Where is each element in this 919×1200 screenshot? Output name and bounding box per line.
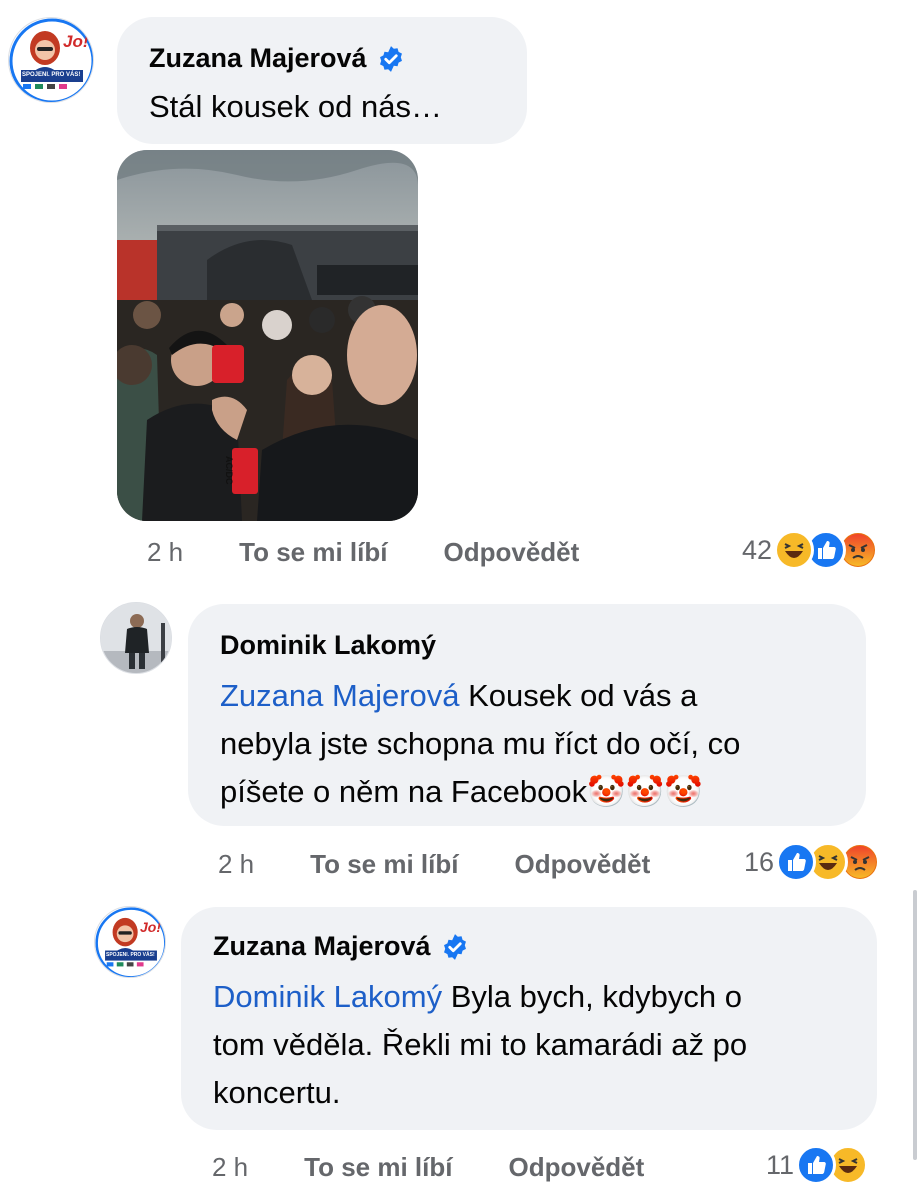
reaction-summary[interactable]: 42 (742, 530, 879, 570)
like-reaction-icon (776, 842, 817, 882)
reply-button[interactable]: Odpovědět (443, 537, 579, 568)
reply-actions: 2 h To se mi líbí Odpovědět (218, 849, 650, 880)
reply-time[interactable]: 2 h (212, 1152, 248, 1183)
comment-actions: 2 h To se mi líbí Odpovědět (147, 537, 579, 568)
reply-bubble: Zuzana Majerová Dominik Lakomý Byla bych… (181, 907, 877, 1130)
reply-text-line: Kousek od vás a (459, 678, 698, 713)
reply-text-line: nebyla jste schopna mu říct do očí, co (220, 726, 741, 761)
photo-cup-text: AC/DC (224, 456, 234, 485)
avatar-logo-text: Jo! (63, 32, 89, 51)
reply-actions: 2 h To se mi líbí Odpovědět (212, 1152, 644, 1183)
like-button[interactable]: To se mi líbí (239, 537, 387, 568)
comment-photo[interactable]: AC/DC (117, 150, 418, 521)
reaction-count: 11 (766, 1149, 795, 1180)
mention-link[interactable]: Zuzana Majerová (220, 678, 460, 713)
avatar-slogan-text: SPOJENI. PRO VÁS! (106, 952, 155, 958)
reply-text-line: koncertu. (213, 1075, 341, 1110)
comment-text: Stál kousek od nás… (149, 89, 442, 124)
reply-author[interactable]: Dominik Lakomý (220, 630, 436, 661)
reply-button[interactable]: Odpovědět (508, 1152, 644, 1183)
reply-time[interactable]: 2 h (218, 849, 254, 880)
comment-author[interactable]: Zuzana Majerová (149, 43, 367, 74)
reaction-count: 42 (742, 534, 773, 565)
verified-badge-icon (379, 45, 402, 72)
verified-badge-icon (443, 933, 466, 960)
reaction-summary[interactable]: 11 (766, 1145, 869, 1185)
avatar-zuzana[interactable]: Jo! SPOJENI. PRO VÁS! (8, 17, 94, 103)
reply-button[interactable]: Odpovědět (514, 849, 650, 880)
comment-time[interactable]: 2 h (147, 537, 183, 568)
reaction-summary[interactable]: 16 (744, 842, 881, 882)
avatar-logo-text: Jo! (140, 919, 161, 935)
reply-text: Zuzana Majerová Kousek od vás a nebyla j… (220, 672, 740, 816)
mention-link[interactable]: Dominik Lakomý (213, 979, 442, 1014)
reply-text: Dominik Lakomý Byla bych, kdybych o tom … (213, 973, 747, 1117)
reply-text-line: Byla bych, kdybych o (442, 979, 742, 1014)
reply-text-line: píšete o něm na Facebook🤡🤡🤡 (220, 774, 703, 809)
reaction-count: 16 (744, 846, 775, 877)
haha-reaction-icon (774, 530, 815, 570)
comment-bubble: Zuzana Majerová Stál kousek od nás… (117, 17, 527, 144)
reply-text-line: tom věděla. Řekli mi to kamarádi až po (213, 1027, 748, 1062)
reply-author[interactable]: Zuzana Majerová (213, 931, 431, 962)
reply-bubble: Dominik Lakomý Zuzana Majerová Kousek od… (188, 604, 866, 826)
like-button[interactable]: To se mi líbí (304, 1152, 452, 1183)
avatar-slogan-text: SPOJENI. PRO VÁS! (22, 72, 81, 78)
avatar-zuzana[interactable]: Jo! SPOJENI. PRO VÁS! (94, 906, 166, 978)
scrollbar[interactable] (913, 890, 917, 1160)
avatar-dominik[interactable] (100, 602, 172, 674)
like-reaction-icon (796, 1145, 837, 1185)
like-button[interactable]: To se mi líbí (310, 849, 458, 880)
